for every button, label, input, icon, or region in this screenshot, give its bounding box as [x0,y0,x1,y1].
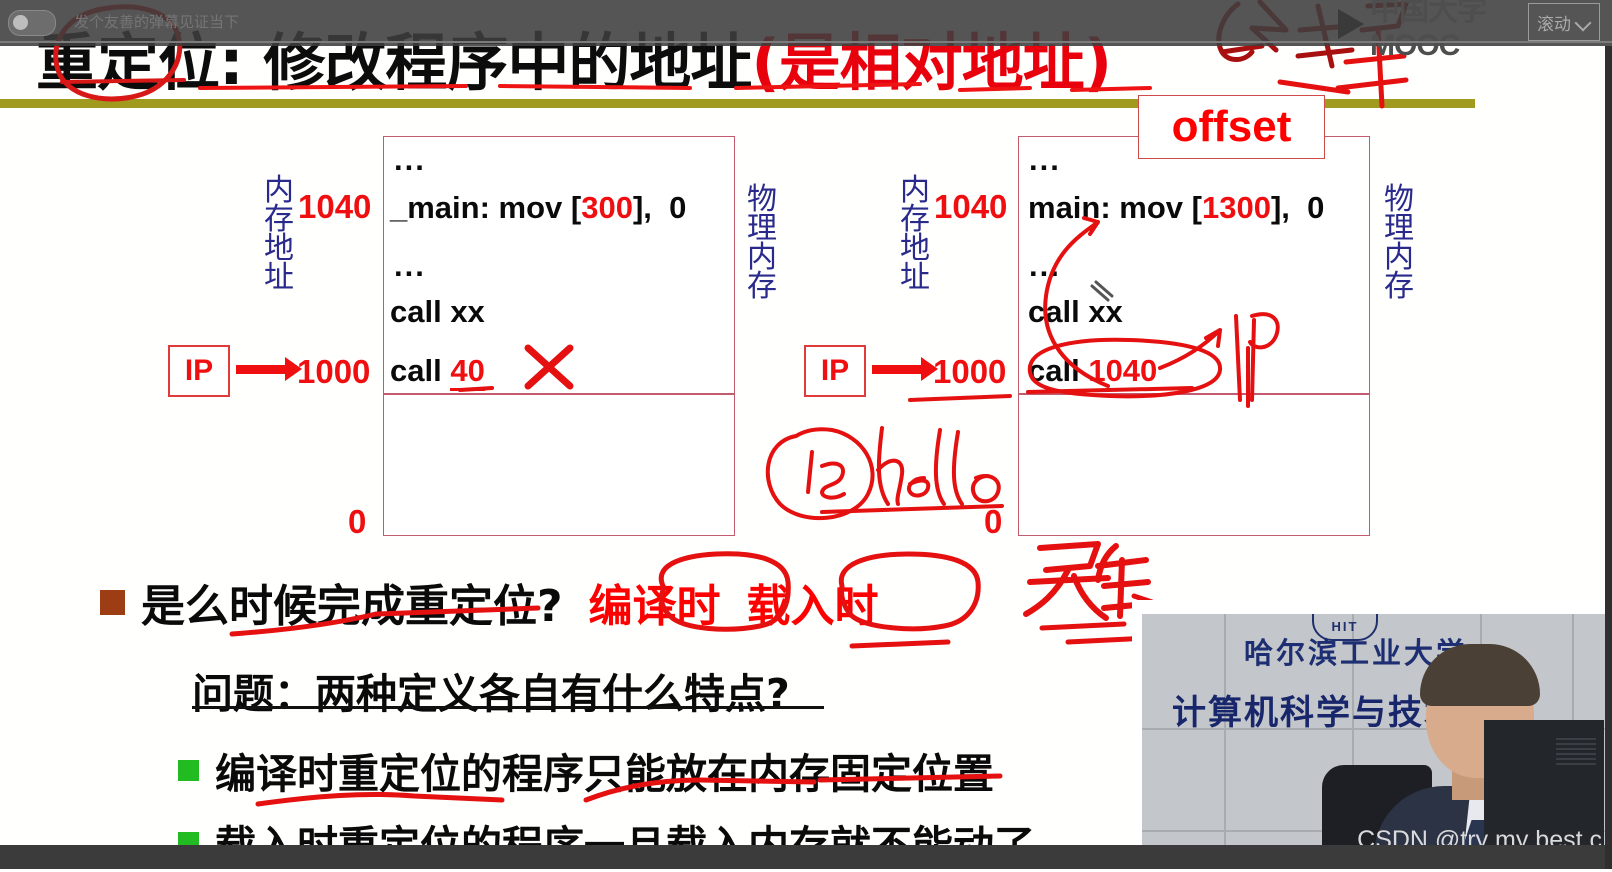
right-code-line-0: ... [1029,142,1061,177]
scroll-mode-button[interactable]: 滚动 [1528,3,1600,41]
right-diagram-address-1000: 1000 [933,353,1007,390]
offset-badge: offset [1138,95,1325,159]
bullet-question-2-underline [192,706,824,709]
left-code-line-0: ... [394,142,426,177]
right-memory-box-divider [1019,393,1369,395]
webcam-left-border [1132,600,1142,869]
left-diagram-address-0: 0 [348,503,367,540]
bullet-item-1: 编译时重定位的程序只能放在内存固定位置 [178,740,994,800]
bullet-question-1: 是么时候完成重定位? 编译时 载入时 [100,570,879,634]
video-progress-bar[interactable] [0,41,1612,43]
mooc-brand-text: 中国大学MOOC [1370,0,1487,62]
left-diagram-ip-register: IP [168,345,230,397]
left-diagram-ip-arrow-icon [236,357,302,381]
bullet-question-2-text: 问题：两种定义各自有什么特点? [192,670,790,718]
annotation-load-time: 载入时 [746,581,879,632]
left-diagram-address-1000: 1000 [297,353,371,390]
play-triangle-icon [1338,9,1364,39]
right-code-line-4: call 1040 [1028,353,1158,388]
left-code-line-2: ... [394,248,426,283]
danmaku-toggle-switch[interactable] [8,10,56,36]
right-diagram-address-1040: 1040 [934,188,1008,225]
offset-badge-label: offset [1171,102,1292,151]
bullet-question-1-text: 是么时候完成重定位? [141,581,563,632]
webcam-top-border [1132,600,1612,614]
right-edge-bar [1605,46,1612,869]
danmaku-toggle-knob [13,15,28,30]
left-diagram-physical-memory-label: 物理内存 [747,182,777,305]
left-diagram-address-1040: 1040 [298,188,372,225]
bullet-marker-green-1 [178,759,199,781]
webcam-video-overlay[interactable]: 1920 HIT 哈尔滨工业大学 计算机科学与技术学院 CSDN @try my… [1132,600,1612,869]
bullet-item-1-text: 编译时重定位的程序只能放在内存固定位置 [215,750,994,798]
right-diagram-physical-memory-label: 物理内存 [1384,182,1414,305]
bullet-question-2: 问题：两种定义各自有什么特点? [192,660,790,720]
right-ip-label: IP [820,354,850,387]
right-code-red-token-1040: 1040 [1088,353,1158,388]
right-code-line-2: ... [1029,248,1061,283]
left-code-line-4: call 40 [390,353,485,391]
right-diagram-address-0: 0 [984,503,1003,540]
danmaku-input[interactable] [72,7,716,39]
right-diagram-memory-address-label: 内存地址 [900,173,930,296]
bottom-clip-bar [0,845,1612,869]
annotation-compile-time: 编译时 [588,581,721,632]
right-code-red-token-1300: 1300 [1201,190,1271,225]
chevron-down-icon [1575,14,1591,30]
lecturer-hair [1420,644,1540,706]
right-diagram-ip-arrow-icon [872,357,938,381]
right-code-line-3: call xx [1028,294,1123,329]
left-ip-label: IP [184,354,214,387]
mooc-brand-watermark: 中国大学MOOC [1338,0,1538,62]
right-diagram-ip-register: IP [804,345,866,397]
left-code-line-1: _main: mov [300], 0 [390,190,687,225]
left-memory-box-divider [384,393,734,395]
video-player-control-bar[interactable]: 中国大学MOOC 滚动 [0,0,1612,62]
bullet-marker-brown [100,589,125,615]
left-code-red-token-40: 40 [450,353,485,391]
right-code-line-1: main: mov [1300], 0 [1028,190,1325,225]
left-code-line-3: call xx [390,294,485,329]
left-diagram-memory-address-label: 内存地址 [264,173,294,296]
scroll-button-label: 滚动 [1537,14,1571,34]
left-code-red-token-300: 300 [581,190,633,225]
